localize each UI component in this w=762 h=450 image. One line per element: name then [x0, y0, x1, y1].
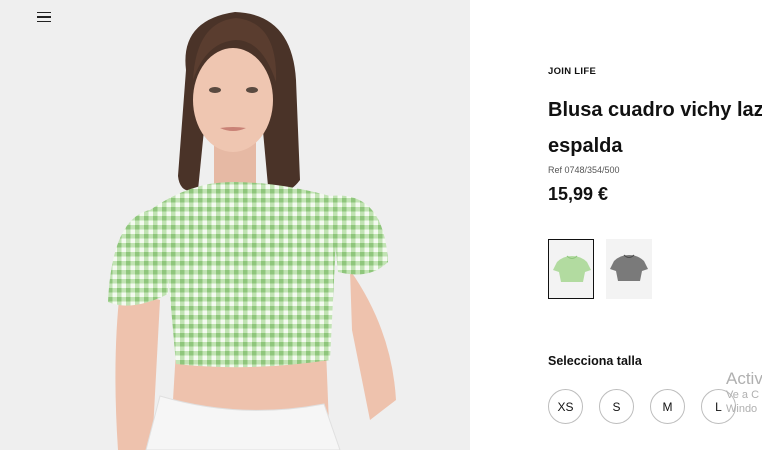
- size-xs-button[interactable]: XS: [548, 389, 583, 424]
- brand-label: JOIN LIFE: [548, 66, 597, 77]
- menu-button[interactable]: [34, 8, 56, 26]
- product-info-panel: JOIN LIFE Blusa cuadro vichy lazo espald…: [548, 0, 762, 450]
- product-price: 15,99 €: [548, 184, 609, 204]
- color-swatch-black[interactable]: [606, 239, 652, 299]
- hamburger-menu-icon: [37, 11, 51, 14]
- size-selector-label: Selecciona talla: [548, 354, 642, 368]
- model-photo: [108, 12, 396, 450]
- color-swatch-green[interactable]: [548, 239, 594, 299]
- size-l-button[interactable]: L: [701, 389, 736, 424]
- size-s-button[interactable]: S: [599, 389, 634, 424]
- size-m-button[interactable]: M: [650, 389, 685, 424]
- size-options: XS S M L: [548, 389, 736, 424]
- product-reference: Ref 0748/354/500: [548, 165, 620, 175]
- product-title: Blusa cuadro vichy lazo espalda: [548, 99, 762, 157]
- green-top-thumbnail: [553, 255, 591, 282]
- product-hero-image: [0, 0, 470, 450]
- black-top-thumbnail: [610, 254, 648, 281]
